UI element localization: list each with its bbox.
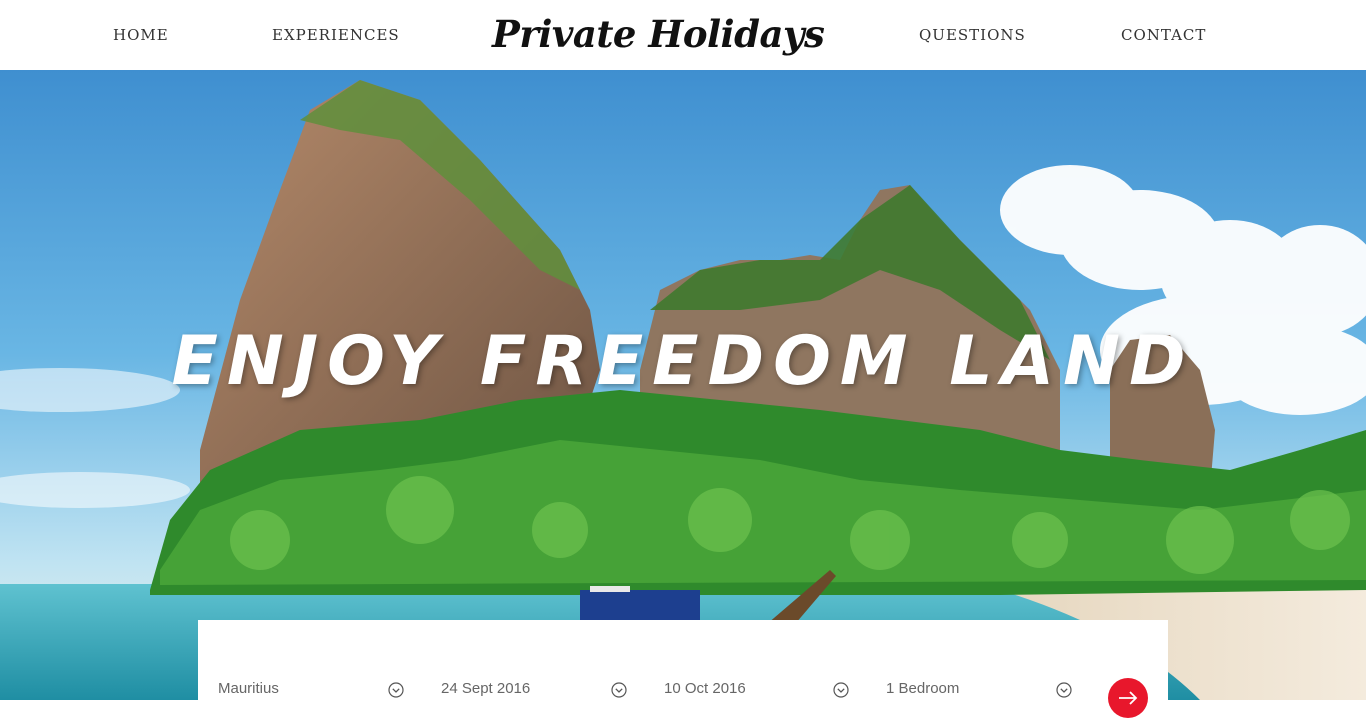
rooms-value: 1 Bedroom (886, 680, 960, 697)
rooms-select[interactable]: 1 Bedroom (886, 674, 1076, 700)
site-header: HOME EXPERIENCES Private Holidays QUESTI… (0, 0, 1366, 70)
chevron-down-circle-icon (1056, 682, 1072, 698)
nav-questions[interactable]: QUESTIONS (919, 26, 1026, 44)
site-logo[interactable]: Private Holidays (492, 10, 825, 58)
check-out-value: 10 Oct 2016 (664, 680, 746, 697)
chevron-down-circle-icon (611, 682, 627, 698)
nav-contact[interactable]: CONTACT (1121, 26, 1206, 44)
search-submit-button[interactable] (1108, 678, 1148, 718)
chevron-down-circle-icon (388, 682, 404, 698)
hero-banner: ENJOY FREEDOM LAND (0, 70, 1366, 700)
hero-title: ENJOY FREEDOM LAND (171, 322, 1195, 401)
nav-home[interactable]: HOME (113, 26, 169, 44)
chevron-down-circle-icon (833, 682, 849, 698)
booking-form: Mauritius 24 Sept 2016 10 Oct 2016 1 Bed… (198, 620, 1168, 718)
nav-experiences[interactable]: EXPERIENCES (272, 26, 400, 44)
destination-select[interactable]: Mauritius (218, 674, 408, 700)
arrow-right-icon (1119, 691, 1138, 705)
check-in-date-select[interactable]: 24 Sept 2016 (441, 674, 631, 700)
check-out-date-select[interactable]: 10 Oct 2016 (664, 674, 854, 700)
check-in-value: 24 Sept 2016 (441, 680, 531, 697)
destination-value: Mauritius (218, 680, 279, 697)
